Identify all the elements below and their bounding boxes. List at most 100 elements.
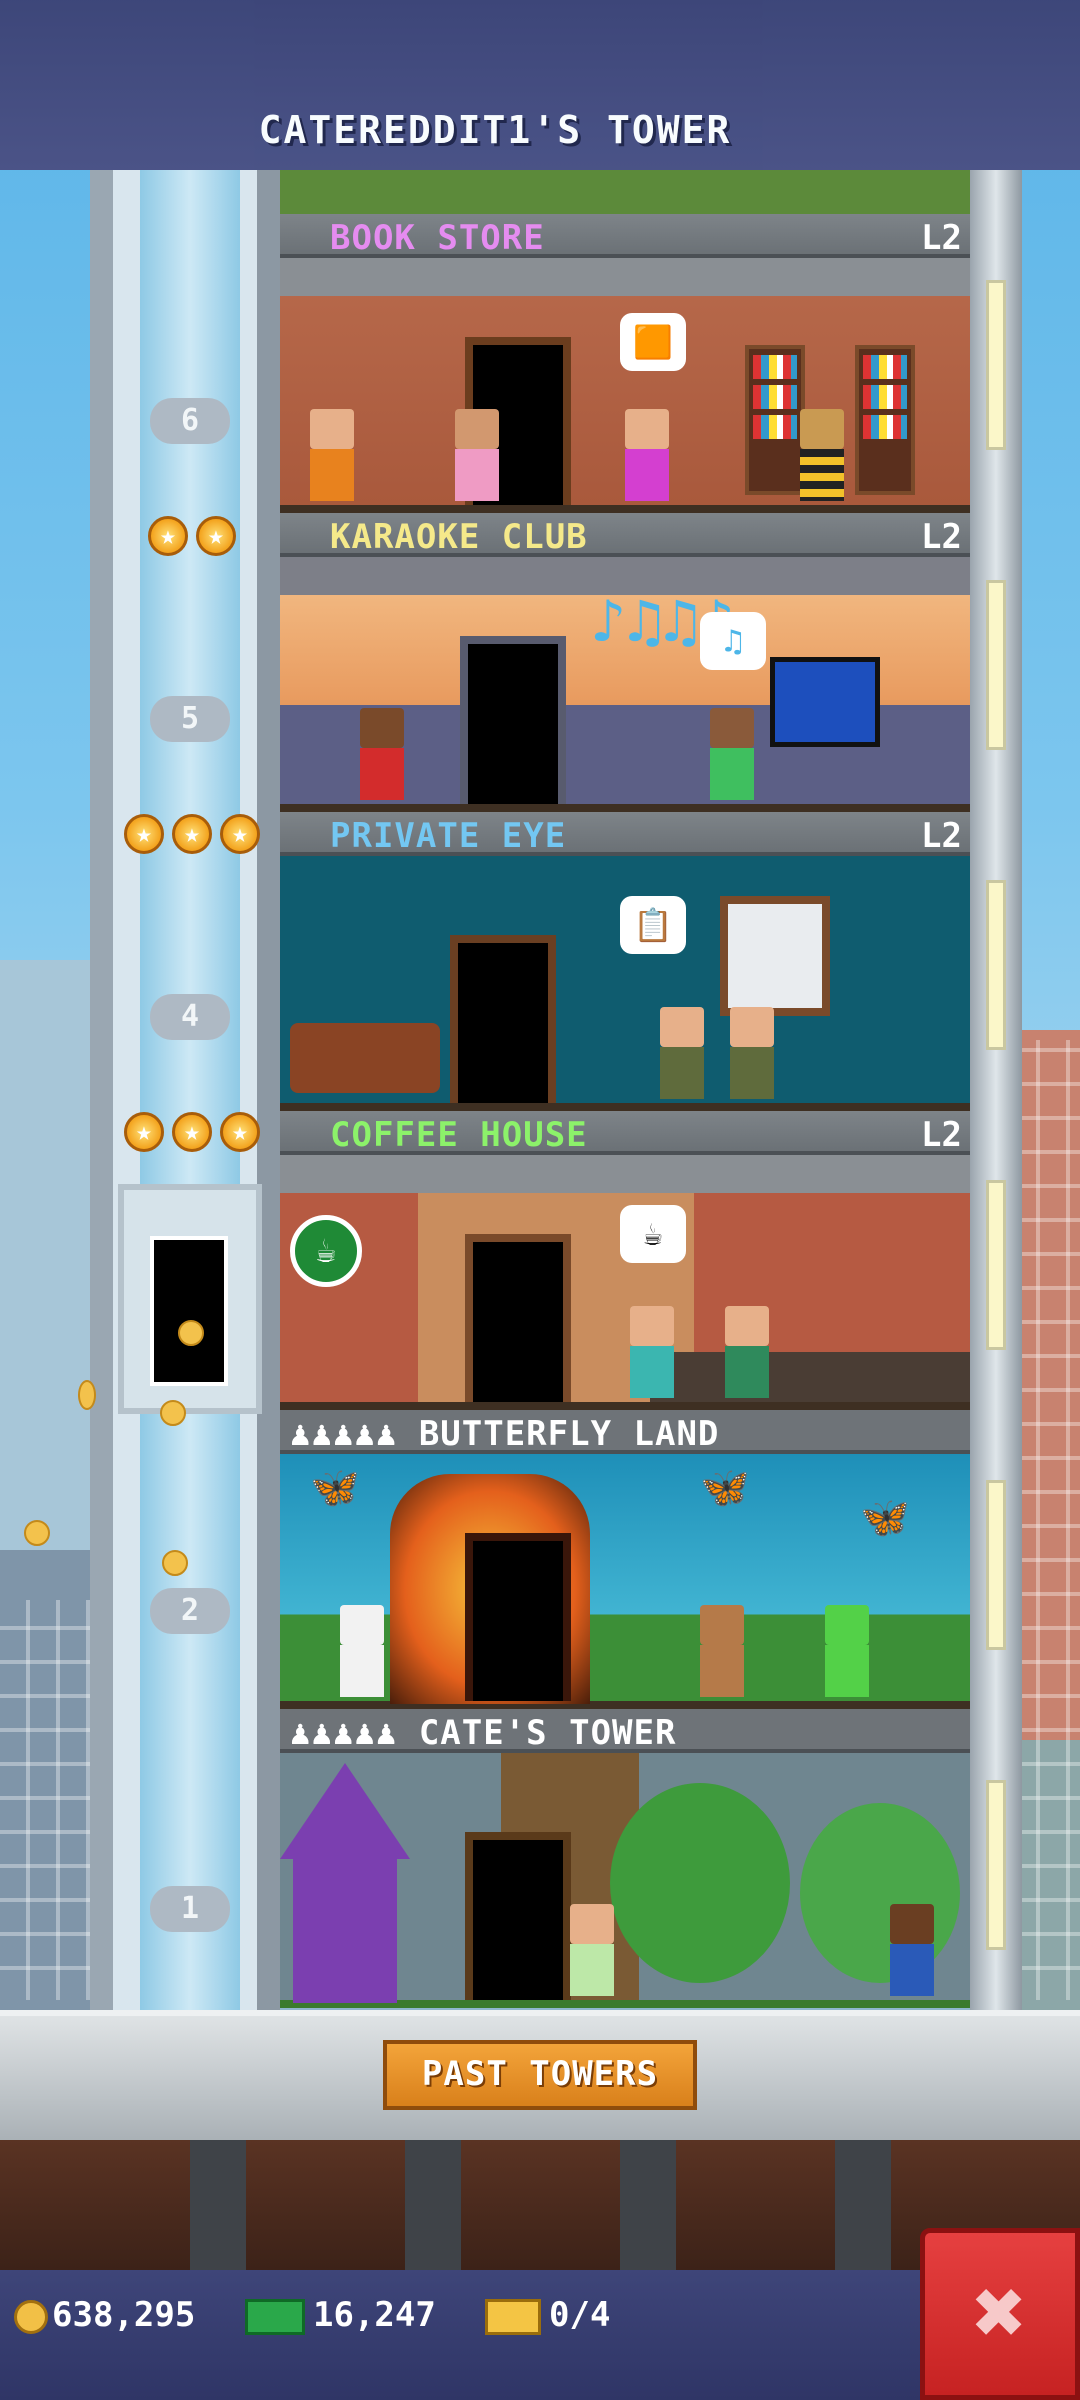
door	[460, 636, 566, 804]
detective-character[interactable]	[730, 1007, 774, 1099]
customer-character[interactable]	[890, 1904, 934, 1996]
floor-private-eye[interactable]: PRIVATE EYE L2 📋	[280, 812, 970, 1111]
wall-light	[986, 880, 1006, 1050]
floor-name: PRIVATE EYE	[330, 816, 567, 856]
fairy-house	[280, 1763, 410, 2003]
floor-name: ♟♟♟♟♟ BUTTERFLY LAND	[290, 1414, 720, 1454]
floor-room[interactable]	[280, 1753, 970, 2008]
past-towers-button[interactable]: PAST TOWERS	[383, 2040, 697, 2110]
floor-cates-tower[interactable]: ♟♟♟♟♟ CATE'S TOWER	[280, 1709, 970, 2008]
floor-karaoke-club[interactable]: KARAOKE CLUB L2 ♪♫♫♪ ♫	[280, 513, 970, 812]
star-icon: ★	[172, 1112, 212, 1152]
door	[465, 1832, 571, 2000]
header: CATEREDDIT1'S TOWER	[0, 0, 1080, 170]
floor-name: KARAOKE CLUB	[330, 517, 588, 557]
floor-room[interactable]: ☕ ☕	[280, 1155, 970, 1410]
elevator-floor-number: 5	[150, 696, 230, 742]
tower-title: CATEREDDIT1'S TOWER	[258, 108, 732, 152]
tickets-value: 0/4	[549, 2295, 611, 2335]
coins-stat[interactable]: 638,295	[14, 2290, 195, 2340]
floor-label-bar: COFFEE HOUSE L2	[280, 1111, 970, 1155]
wall-light	[986, 1780, 1006, 1950]
floor-level: L2	[921, 218, 962, 258]
star-icon: ★	[196, 516, 236, 556]
fairy-character[interactable]	[570, 1904, 614, 1996]
customer-character[interactable]	[310, 409, 354, 501]
customer-character[interactable]	[360, 708, 404, 800]
bux-stat[interactable]: 16,247	[245, 2290, 436, 2340]
close-icon: ✖	[972, 2260, 1028, 2365]
elevator-floor-number: 2	[150, 1588, 230, 1634]
worker-character[interactable]	[725, 1306, 769, 1398]
butterfly-icon: 🦋	[310, 1465, 360, 1511]
pillar	[405, 2140, 461, 2270]
pillar	[620, 2140, 676, 2270]
coin-icon	[162, 1550, 188, 1576]
bookshelf	[855, 345, 915, 495]
floor-coffee-house[interactable]: COFFEE HOUSE L2 ☕ ☕	[280, 1111, 970, 1410]
floor-room[interactable]: 📋	[280, 856, 970, 1111]
sofa	[290, 1023, 440, 1093]
coin-icon	[24, 1520, 50, 1546]
floor-room[interactable]: ♪♫♫♪ ♫	[280, 557, 970, 812]
coffee-cup-icon[interactable]: ☕	[290, 1215, 362, 1287]
wall-light	[986, 580, 1006, 750]
door	[465, 1234, 571, 1402]
speech-bubble-icon[interactable]: 🟧	[620, 313, 686, 371]
wall-light	[986, 1480, 1006, 1650]
costumed-character[interactable]	[700, 1605, 744, 1697]
bush	[610, 1783, 790, 1983]
pillar	[835, 2140, 891, 2270]
customer-character[interactable]	[710, 708, 754, 800]
detective-character[interactable]	[660, 1007, 704, 1099]
tickets-stat[interactable]: 0/4	[485, 2290, 610, 2340]
counter	[650, 1352, 970, 1402]
speech-bubble-icon[interactable]: 📋	[620, 896, 686, 954]
karaoke-screen	[770, 657, 880, 747]
costumed-character[interactable]	[825, 1605, 869, 1697]
close-button[interactable]: ✖	[920, 2228, 1080, 2400]
star-icon: ★	[220, 814, 260, 854]
floor-butterfly-land[interactable]: ♟♟♟♟♟ BUTTERFLY LAND 🦋 🦋 🦋	[280, 1410, 970, 1709]
floor-name: ♟♟♟♟♟ CATE'S TOWER	[290, 1713, 677, 1753]
coin-icon	[78, 1380, 96, 1410]
door	[450, 935, 556, 1103]
floor-room[interactable]: 🦋 🦋 🦋	[280, 1454, 970, 1709]
floor-book-store[interactable]: BOOK STORE L2 🟧	[280, 214, 970, 513]
underground	[0, 2140, 1080, 2270]
floor-label-bar: KARAOKE CLUB L2	[280, 513, 970, 557]
floor-level: L2	[921, 517, 962, 557]
floor-level: L2	[921, 816, 962, 856]
floor-name: COFFEE HOUSE	[330, 1115, 588, 1155]
star-icon: ★	[172, 814, 212, 854]
costumed-character[interactable]	[340, 1605, 384, 1697]
customer-character[interactable]	[455, 409, 499, 501]
bush	[800, 1803, 960, 1983]
tower-bux-icon	[245, 2298, 305, 2335]
star-icon: ★	[124, 814, 164, 854]
ceiling	[280, 258, 970, 296]
music-bubble-icon[interactable]: ♫	[700, 612, 766, 670]
coin-icon	[160, 1400, 186, 1426]
floor-level: L2	[921, 1115, 962, 1155]
customer-character[interactable]	[630, 1306, 674, 1398]
door	[465, 1533, 571, 1701]
coin-icon	[14, 2299, 48, 2334]
floor-label-bar: ♟♟♟♟♟ BUTTERFLY LAND	[280, 1410, 970, 1454]
speech-bubble-icon[interactable]: ☕	[620, 1205, 686, 1263]
floor-room[interactable]: 🟧	[280, 258, 970, 513]
coins-value: 638,295	[52, 2295, 196, 2335]
butterfly-icon: 🦋	[700, 1465, 750, 1511]
floor-label-bar: ♟♟♟♟♟ CATE'S TOWER	[280, 1709, 970, 1753]
butterfly-icon: 🦋	[860, 1495, 910, 1541]
elevator-door[interactable]	[150, 1236, 228, 1386]
coin-icon	[178, 1320, 204, 1346]
star-icon: ★	[148, 516, 188, 556]
floor-label-bar: PRIVATE EYE L2	[280, 812, 970, 856]
roof-floor-strip	[280, 170, 970, 214]
ceiling	[280, 1155, 970, 1193]
tower-right-column	[970, 170, 1022, 2010]
worker-character[interactable]	[625, 409, 669, 501]
star-icon: ★	[124, 1112, 164, 1152]
customer-character[interactable]	[800, 409, 844, 501]
